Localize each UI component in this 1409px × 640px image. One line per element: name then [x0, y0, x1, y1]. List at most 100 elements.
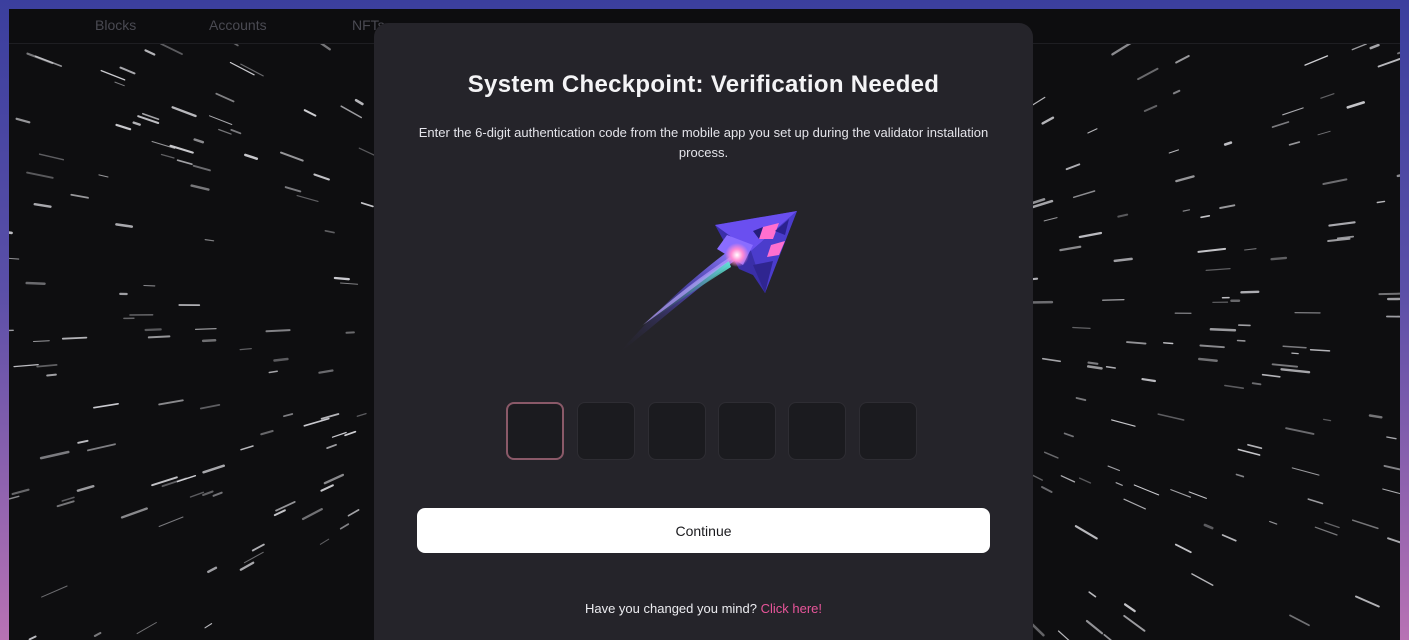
click-here-link[interactable]: Click here!	[761, 601, 822, 616]
star-streak	[1078, 231, 1103, 239]
star-streak	[176, 159, 193, 166]
star-streak	[1107, 465, 1121, 472]
star-streak	[202, 490, 214, 496]
star-streak	[189, 491, 205, 498]
star-streak	[1346, 101, 1365, 109]
code-digit-input-6[interactable]	[859, 402, 917, 460]
continue-button[interactable]: Continue	[417, 508, 990, 553]
nav-link-accounts[interactable]: Accounts	[209, 17, 267, 33]
star-streak	[243, 551, 264, 564]
star-streak	[1043, 217, 1058, 222]
star-streak	[1175, 54, 1190, 64]
star-streak	[115, 123, 132, 131]
star-streak	[1368, 414, 1383, 419]
star-streak	[1223, 141, 1233, 146]
star-streak	[1317, 130, 1331, 136]
star-streak	[1291, 352, 1299, 355]
star-streak	[326, 443, 337, 450]
star-streak	[38, 153, 65, 161]
star-streak	[1271, 121, 1290, 128]
star-streak	[1386, 436, 1397, 440]
star-streak	[169, 144, 194, 154]
star-streak	[1219, 204, 1236, 209]
star-streak	[1289, 614, 1310, 627]
star-streak	[340, 282, 359, 285]
star-streak	[151, 476, 178, 487]
star-streak	[9, 257, 20, 260]
star-streak	[28, 635, 37, 640]
star-streak	[1285, 427, 1315, 435]
star-streak	[1191, 573, 1214, 586]
star-streak	[144, 328, 162, 332]
star-streak	[284, 186, 302, 193]
star-streak	[15, 117, 31, 124]
star-streak	[136, 622, 157, 635]
star-streak	[1322, 178, 1348, 185]
star-streak	[204, 623, 213, 629]
code-digit-input-3[interactable]	[648, 402, 706, 460]
star-streak	[1200, 215, 1211, 219]
star-streak	[273, 357, 289, 362]
star-streak	[268, 370, 278, 374]
star-streak	[1123, 498, 1147, 510]
star-streak	[93, 631, 102, 637]
star-streak	[1133, 484, 1160, 496]
star-streak	[1117, 213, 1129, 218]
star-streak	[202, 464, 226, 474]
star-streak	[199, 403, 221, 410]
star-streak	[340, 105, 363, 119]
star-streak	[339, 523, 350, 530]
nav-link-blocks[interactable]: Blocks	[95, 17, 136, 33]
star-streak	[331, 431, 347, 438]
star-streak	[1172, 89, 1181, 95]
star-streak	[25, 281, 46, 285]
star-streak	[1143, 104, 1158, 112]
star-streak	[320, 413, 340, 420]
star-streak	[1174, 543, 1192, 554]
star-streak	[98, 174, 109, 178]
star-streak	[1162, 342, 1174, 345]
star-streak	[1282, 345, 1307, 349]
star-streak	[9, 329, 14, 332]
star-streak	[1086, 365, 1103, 370]
star-streak	[41, 585, 68, 598]
star-streak	[354, 98, 364, 106]
star-streak	[1102, 299, 1125, 301]
star-streak	[36, 363, 58, 368]
star-streak	[1235, 473, 1245, 478]
star-streak	[1351, 519, 1379, 530]
star-streak	[160, 153, 175, 159]
star-streak	[1182, 209, 1191, 212]
star-streak	[1328, 221, 1356, 227]
star-streak	[1376, 200, 1386, 204]
star-streak	[1271, 363, 1299, 368]
star-streak	[1205, 267, 1231, 272]
star-streak	[283, 413, 294, 418]
star-streak	[77, 439, 89, 444]
star-streak	[1397, 51, 1400, 55]
star-streak	[26, 171, 54, 179]
star-streak	[251, 543, 265, 552]
star-streak	[1377, 57, 1400, 68]
code-digit-input-5[interactable]	[788, 402, 846, 460]
star-streak	[147, 335, 171, 339]
star-streak	[1251, 382, 1262, 386]
code-digit-input-1[interactable]	[506, 402, 564, 460]
star-streak	[1307, 498, 1324, 505]
star-streak	[1209, 328, 1237, 332]
code-digit-input-4[interactable]	[718, 402, 776, 460]
star-streak	[158, 399, 184, 406]
star-streak	[76, 485, 95, 492]
star-streak	[1270, 256, 1288, 261]
star-streak	[347, 509, 360, 517]
star-streak	[1320, 93, 1335, 99]
star-streak	[176, 475, 197, 483]
code-digit-input-2[interactable]	[577, 402, 635, 460]
star-streak	[56, 500, 75, 508]
star-streak	[333, 276, 350, 281]
star-streak	[160, 42, 183, 55]
star-streak	[280, 151, 304, 162]
modal-title: System Checkpoint: Verification Needed	[467, 71, 940, 98]
modal-subtitle: Enter the 6-digit authentication code fr…	[418, 125, 989, 160]
star-streak	[144, 49, 156, 56]
